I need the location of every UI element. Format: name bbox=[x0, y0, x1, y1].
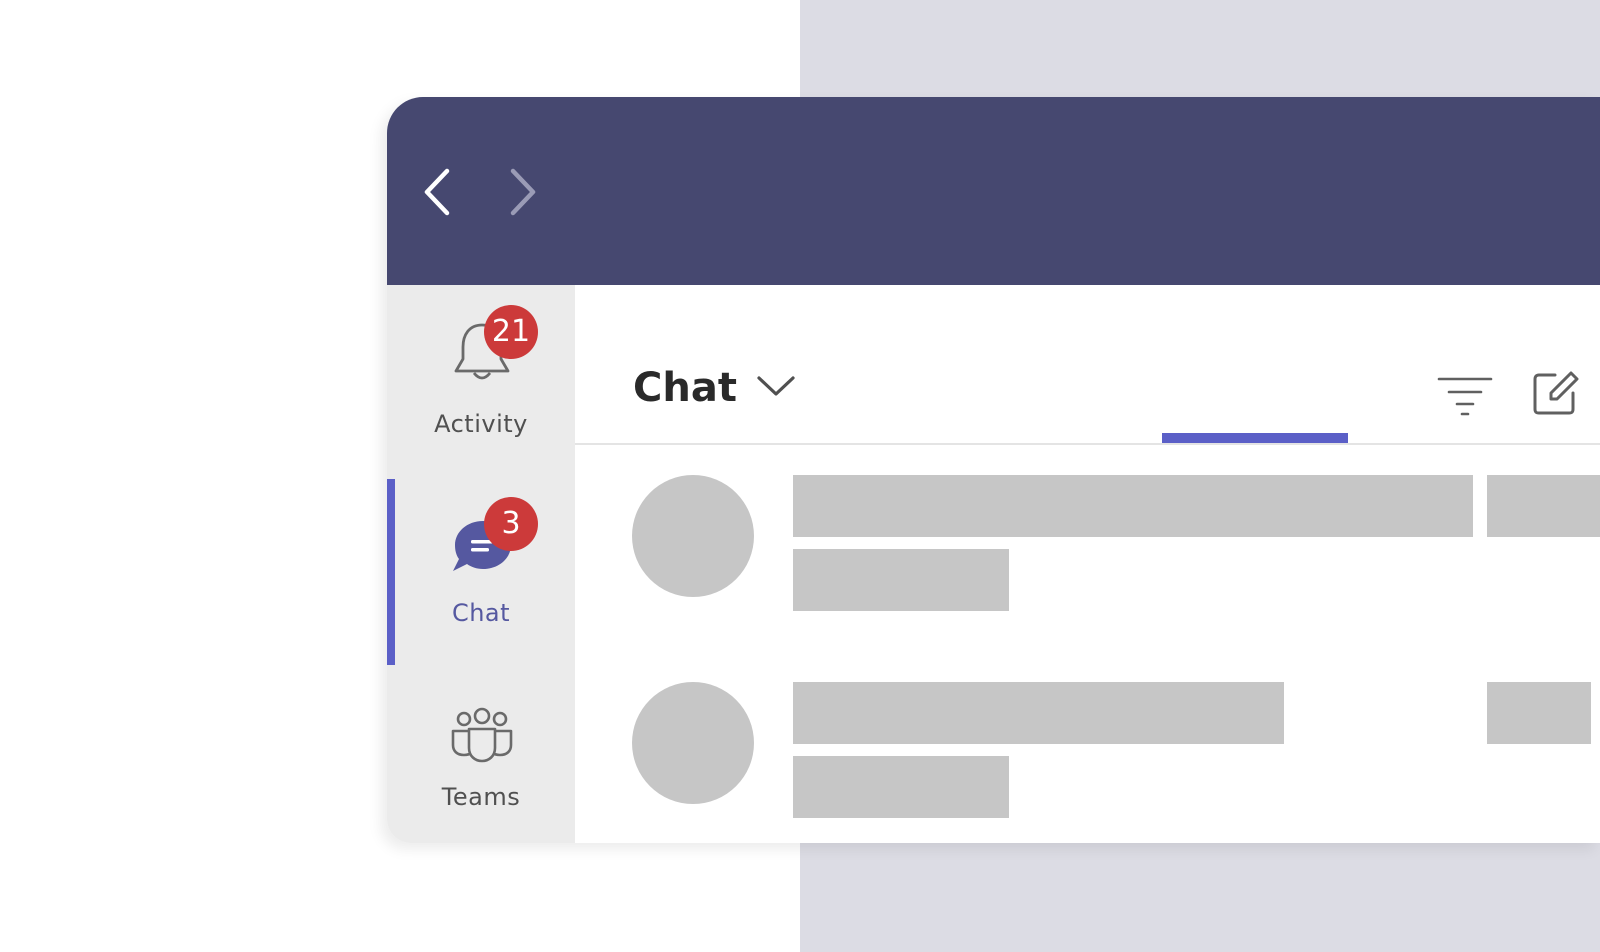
chevron-right-icon[interactable] bbox=[503, 167, 543, 217]
chevron-left-icon[interactable] bbox=[419, 167, 459, 217]
placeholder-timestamp bbox=[1487, 475, 1600, 537]
app-rail: 21 Activity 3 Chat Teams bbox=[387, 285, 575, 843]
list-item[interactable] bbox=[575, 475, 1600, 625]
placeholder-preview bbox=[793, 756, 1009, 818]
filter-icon[interactable] bbox=[1437, 375, 1493, 417]
active-indicator bbox=[387, 479, 395, 665]
rail-item-activity[interactable]: 21 Activity bbox=[387, 285, 575, 471]
chat-badge: 3 bbox=[484, 497, 538, 551]
rail-item-chat[interactable]: 3 Chat bbox=[387, 479, 575, 665]
rail-item-label: Chat bbox=[451, 599, 511, 627]
placeholder-preview bbox=[793, 549, 1009, 611]
chat-pane: Chat bbox=[575, 285, 1600, 843]
title-bar bbox=[387, 97, 1600, 285]
activity-badge: 21 bbox=[484, 305, 538, 359]
placeholder-name bbox=[793, 475, 1473, 537]
chat-header: Chat bbox=[575, 285, 1600, 445]
rail-item-label: Activity bbox=[434, 410, 528, 438]
compose-icon[interactable] bbox=[1531, 369, 1579, 417]
chevron-down-icon[interactable] bbox=[755, 372, 797, 402]
placeholder-timestamp bbox=[1487, 682, 1591, 744]
rail-item-teams[interactable]: Teams bbox=[387, 681, 575, 841]
chat-title[interactable]: Chat bbox=[633, 365, 737, 411]
avatar bbox=[632, 682, 754, 804]
app-window: 21 Activity 3 Chat Teams Chat bbox=[387, 97, 1600, 843]
avatar bbox=[632, 475, 754, 597]
rail-item-label: Teams bbox=[441, 783, 521, 811]
active-tab-indicator bbox=[1162, 433, 1348, 443]
placeholder-name bbox=[793, 682, 1284, 744]
teams-icon bbox=[451, 707, 513, 763]
list-item[interactable] bbox=[575, 682, 1600, 832]
